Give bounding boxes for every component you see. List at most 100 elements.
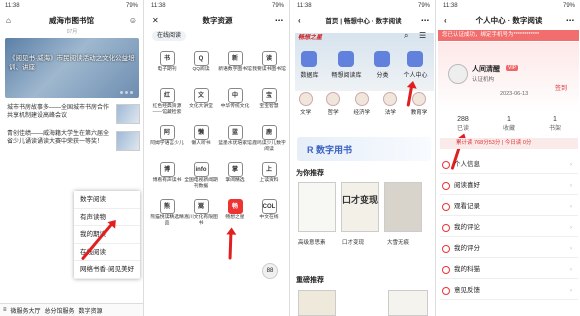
status-bar: 11:38 79% <box>297 3 430 9</box>
nav-reading-library[interactable]: 畅想阅读库 <box>331 51 362 79</box>
resource-item[interactable]: info 全国电视新闻期刊数据 <box>184 159 218 192</box>
menu-item-audio[interactable]: 有声读物 <box>74 209 140 226</box>
menu-item-label: 我的评论 <box>454 224 480 231</box>
category-literature[interactable]: 文学 <box>298 92 313 116</box>
book-cover-3[interactable] <box>384 182 422 232</box>
resource-item[interactable]: 畅畅想之星 <box>218 196 252 229</box>
page-title: 首页 | 畅想中心 · 数字阅读 <box>325 18 402 25</box>
nav-database[interactable]: 数据库 <box>300 51 319 79</box>
resource-label: 我要读书图书馆 <box>252 67 286 72</box>
category-philosophy[interactable]: 哲学 <box>326 92 341 116</box>
resource-icon: 熊 <box>159 199 175 214</box>
resource-item[interactable]: 上上读资料 <box>252 159 286 192</box>
stat-shelf[interactable]: 1 书架 <box>549 116 561 132</box>
resource-icon: Q <box>193 51 209 66</box>
resource-item[interactable]: 掌掌阅精选 <box>218 159 252 192</box>
category-economics[interactable]: 经济学 <box>353 92 370 116</box>
resource-item[interactable]: 熊熊猫悦读精选精品 <box>150 196 184 229</box>
resource-item[interactable]: 蓝蓝墨水优培家馆 <box>218 122 252 155</box>
stat-favorites[interactable]: 1 收藏 <box>503 116 515 132</box>
nav-bar: ✕ 数字资源 ⋯ <box>146 12 289 28</box>
menu-item-label: 观看记录 <box>454 203 480 210</box>
more-icon[interactable]: ⋯ <box>275 16 283 25</box>
more-icon[interactable]: ⋯ <box>566 16 574 25</box>
resource-icon: 掌 <box>227 162 243 177</box>
resource-label: 阿姆学语言少儿 <box>150 141 184 146</box>
resource-label: 博看有声读书 <box>152 178 182 183</box>
menu-item-icon <box>442 287 450 295</box>
resource-icon: 宝 <box>261 88 277 103</box>
search-icon[interactable]: ⌕ <box>404 31 408 41</box>
stat-read[interactable]: 288 已读 <box>457 116 469 132</box>
menu-item-icon <box>442 266 450 274</box>
user-icon[interactable]: ☺ <box>129 16 137 25</box>
profile-menu-item[interactable]: 我的科猫 <box>440 261 578 279</box>
nav-bar: ‹ 首页 | 畅想中心 · 数字阅读 ⋯ <box>292 12 435 28</box>
verification-notice: 您已认证成功，绑定手机号为************ <box>438 30 579 41</box>
vip-badge: VIP <box>506 65 519 71</box>
profile-menu-item[interactable]: 我的评分 <box>440 240 578 258</box>
menu-item-web-books[interactable]: 网络书香·阅见美好 <box>74 261 140 279</box>
nav-personal-center[interactable]: 个人中心 <box>403 51 427 79</box>
nav-category[interactable]: 分类 <box>374 51 391 79</box>
resource-icon: 蓝 <box>227 125 243 140</box>
resource-item[interactable]: 书电子期刊 <box>150 48 184 81</box>
resource-label: 上读资料 <box>259 178 279 183</box>
resource-item[interactable]: 嵩嵩川文化有限图书 <box>184 196 218 229</box>
resource-item[interactable]: 阿阿姆学语言少儿 <box>150 122 184 155</box>
resource-item[interactable]: 红红色经典资源——馆藏检索 <box>150 85 184 118</box>
tab-digital-resources[interactable]: 数字资源 <box>79 306 103 315</box>
category-pill[interactable]: 在线阅读 <box>152 31 187 41</box>
menu-item-digital-reading[interactable]: 数字阅读 <box>74 191 140 209</box>
resource-icon: 新 <box>227 51 243 66</box>
banner-carousel[interactable]: 《阅见书·威海》市民阅读活动之文化公益培训、讲座 <box>5 38 139 98</box>
resource-item[interactable]: 鹿鹿鸣读少儿数字阅读 <box>252 122 286 155</box>
resource-icon: 读 <box>261 51 277 66</box>
profile-menu-item[interactable]: 个人信息 <box>440 156 578 174</box>
book-cover-1[interactable] <box>298 182 336 232</box>
menu-item-icon <box>442 203 450 211</box>
section-featured: 重磅推荐 <box>296 277 324 284</box>
back-icon[interactable]: ‹ <box>444 16 447 25</box>
profile-menu-item[interactable]: 阅读喜好 <box>440 177 578 195</box>
avatar[interactable] <box>448 64 468 84</box>
menu-item-icon <box>442 161 450 169</box>
resource-item[interactable]: 懒懒人听书 <box>184 122 218 155</box>
list-icon[interactable]: ☰ <box>419 31 426 40</box>
promo-banner[interactable]: R 数字用书 <box>297 137 431 161</box>
home-icon[interactable]: ⌂ <box>6 16 11 25</box>
menu-icon[interactable]: ≡ <box>3 307 7 313</box>
resource-item[interactable]: 博博看有声读书 <box>150 159 184 192</box>
book-cover-2[interactable]: 口才变现 <box>341 182 379 232</box>
book-cover-4[interactable] <box>298 290 336 316</box>
more-icon[interactable]: ⋯ <box>421 16 429 25</box>
category-education[interactable]: 教育学 <box>411 92 427 116</box>
sign-in-button[interactable]: 签到 <box>555 83 567 92</box>
resource-label: 蓝墨水优培家馆 <box>218 141 252 146</box>
book-cover-5[interactable] <box>388 290 428 316</box>
news-item-2[interactable]: 青创佳绩——威海籍大学生在第六届全省少儿诵读诵读大赛中荣获一等奖！ <box>7 130 111 146</box>
tab-branch-service[interactable]: 总分馆服务 <box>45 306 75 315</box>
menu-item-label: 意见反馈 <box>454 287 480 294</box>
resource-item[interactable]: 文文化大讲堂 <box>184 85 218 118</box>
resource-item[interactable]: 宝宝宝智慧 <box>252 85 286 118</box>
news-item-1[interactable]: 城市书房故事多——全国城市书房合作共享机制建设高峰会议 <box>7 104 111 120</box>
back-icon[interactable]: ‹ <box>298 16 301 25</box>
floating-button[interactable]: 88 <box>262 263 278 279</box>
resource-label: 中华传统文化 <box>220 104 250 109</box>
close-icon[interactable]: ✕ <box>152 16 159 25</box>
resource-item[interactable]: 中中华传统文化 <box>218 85 252 118</box>
resource-icon: 文 <box>193 88 209 103</box>
tab-service-hall[interactable]: 微服务大厅 <box>11 306 41 315</box>
resource-item[interactable]: Q QQ阅读 <box>184 48 218 81</box>
resource-item[interactable]: COL 中文在线 <box>252 196 286 229</box>
resource-icon: info <box>193 162 209 177</box>
resource-item[interactable]: 读我要读书图书馆 <box>252 48 286 81</box>
profile-menu-item[interactable]: 观看记录 <box>440 198 578 216</box>
resource-item[interactable]: 新新语数字图书馆 <box>218 48 252 81</box>
resource-label: 新语数字图书馆 <box>218 67 252 72</box>
category-law[interactable]: 法学 <box>383 92 398 116</box>
resource-label: 畅想之星 <box>225 215 245 220</box>
profile-menu-item[interactable]: 我的评论 <box>440 219 578 237</box>
profile-menu-item[interactable]: 意见反馈 <box>440 282 578 300</box>
